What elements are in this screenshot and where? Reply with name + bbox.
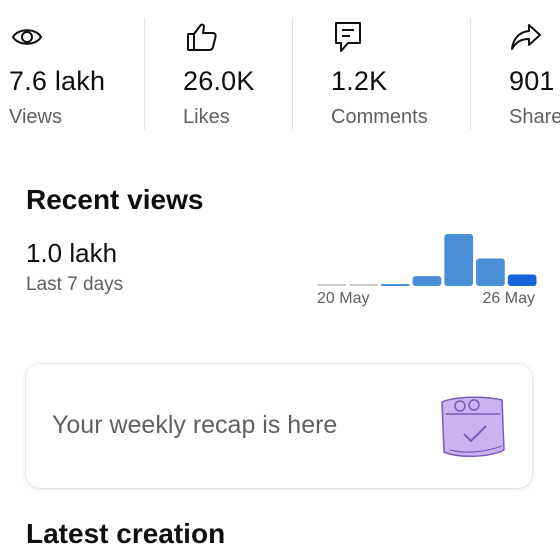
recent-views-value: 1.0 lakh bbox=[26, 238, 118, 268]
comments-label: Comments bbox=[331, 106, 428, 128]
recent-views-title: Recent views bbox=[26, 184, 204, 215]
bar-26-may bbox=[507, 274, 537, 286]
stats-row: 7.6 lakh Views 26.0K Likes 1.2K Comments bbox=[0, 0, 560, 140]
bar-24-may bbox=[444, 234, 474, 286]
views-label: Views bbox=[9, 106, 62, 128]
eye-icon bbox=[10, 20, 44, 54]
recent-views-period: Last 7 days bbox=[26, 274, 124, 295]
recap-text: Your weekly recap is here bbox=[52, 411, 338, 439]
bar-21-may bbox=[349, 284, 378, 286]
bar-25-may bbox=[476, 258, 505, 286]
stat-likes[interactable]: 26.0K Likes bbox=[145, 0, 292, 140]
likes-label: Likes bbox=[183, 106, 230, 128]
bar-chart-svg bbox=[317, 234, 537, 286]
comment-icon bbox=[331, 20, 365, 54]
share-icon bbox=[509, 20, 543, 54]
latest-creation-title: Latest creation bbox=[26, 518, 226, 549]
comments-value: 1.2K bbox=[331, 66, 388, 96]
bar-22-may bbox=[380, 284, 410, 286]
weekly-recap-card[interactable]: Your weekly recap is here bbox=[26, 364, 532, 488]
stat-comments[interactable]: 1.2K Comments bbox=[293, 0, 470, 140]
bar-23-may bbox=[412, 276, 442, 286]
calendar-check-icon bbox=[436, 392, 508, 464]
shares-value: 901 bbox=[509, 66, 555, 96]
x-tick-end: 26 May bbox=[482, 290, 535, 307]
bar-20-may bbox=[317, 284, 347, 286]
shares-label: Shares bbox=[509, 106, 560, 128]
x-tick-start: 20 May bbox=[317, 290, 370, 307]
recent-views-chart[interactable]: 20 May 26 May bbox=[316, 228, 538, 312]
stat-views[interactable]: 7.6 lakh Views bbox=[0, 0, 144, 140]
stat-shares[interactable]: 901 Shares bbox=[471, 0, 560, 140]
thumbs-up-icon bbox=[185, 20, 219, 54]
views-value: 7.6 lakh bbox=[9, 66, 106, 96]
likes-value: 26.0K bbox=[183, 66, 255, 96]
